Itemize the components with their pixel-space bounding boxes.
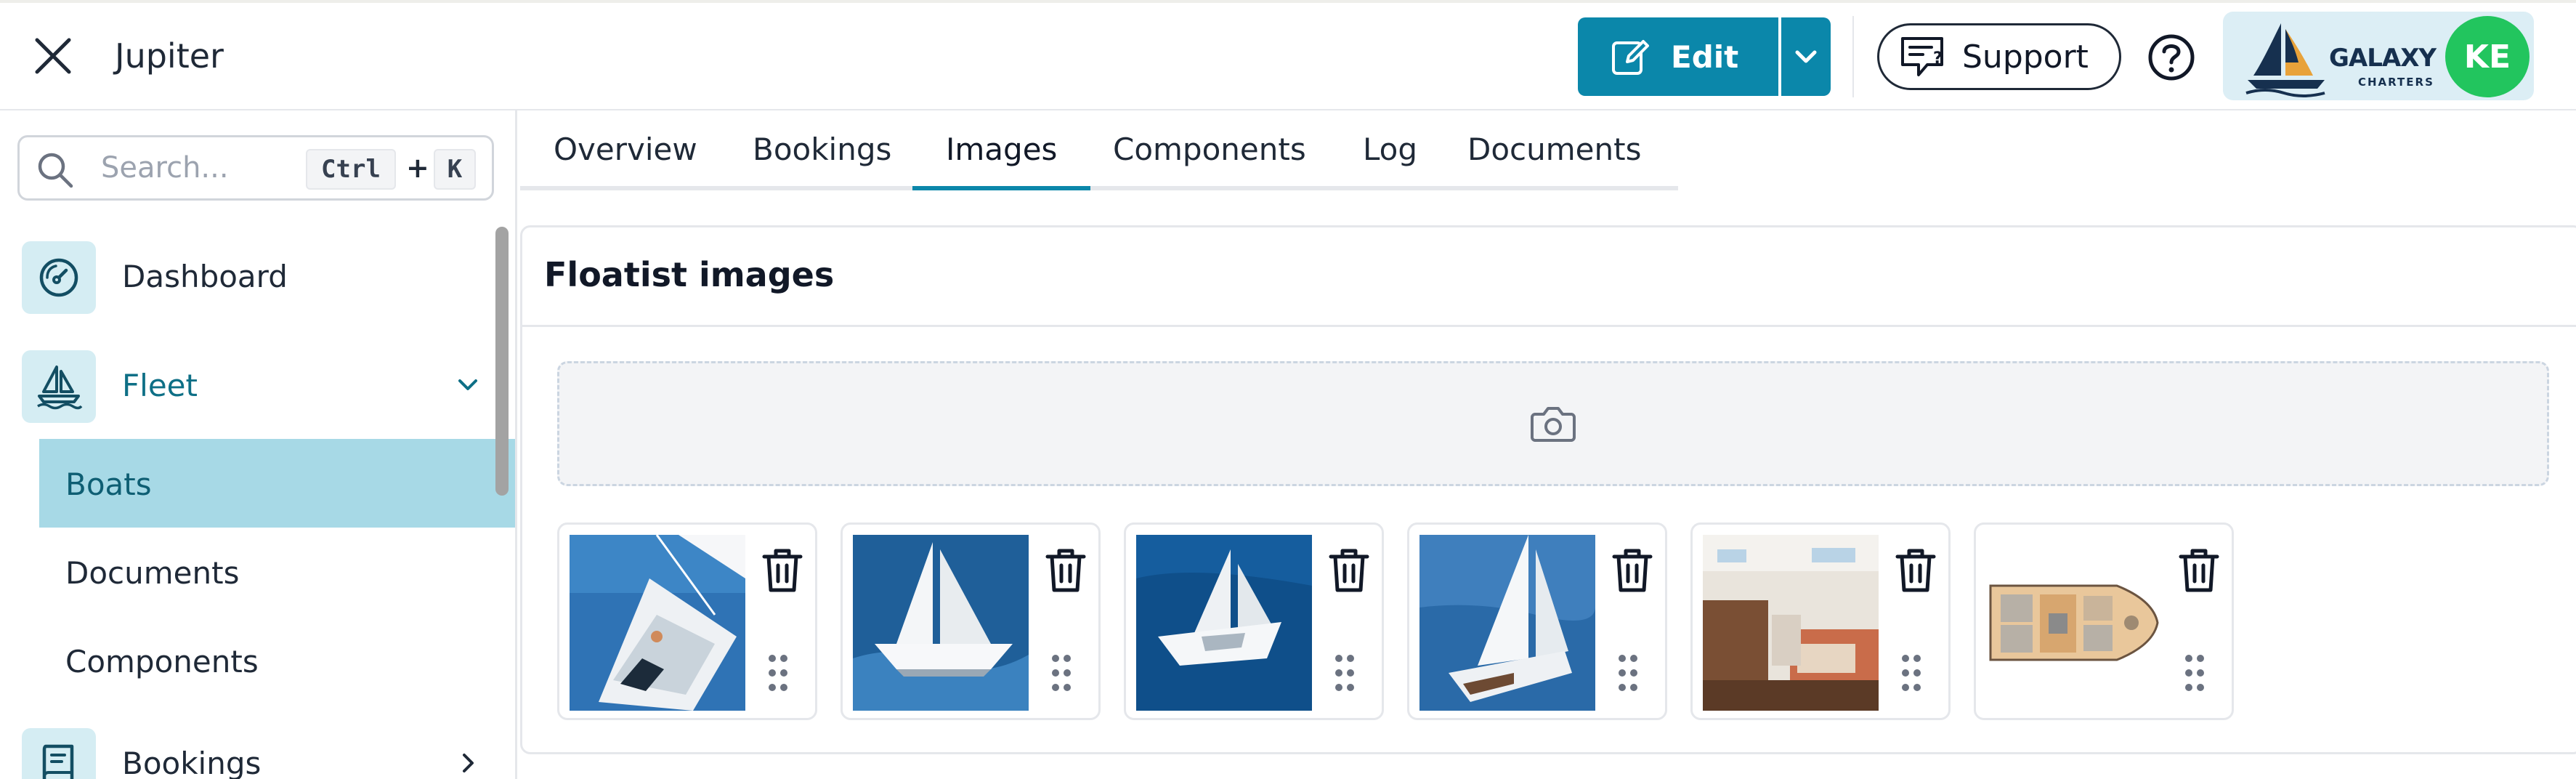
drag-handle-icon[interactable] [1049,653,1074,693]
cabin-photo[interactable] [1703,535,1879,711]
tab-label: Components [1113,132,1306,167]
image-thumbnail[interactable] [1124,522,1384,720]
image-thumbnail[interactable] [841,522,1101,720]
active-tab-indicator [912,186,1091,190]
nav-icon-tile [22,350,96,423]
tab-overview[interactable]: Overview [520,128,731,186]
images-card: Floatist images [520,225,2576,754]
sailboat-icon [37,366,83,410]
close-button[interactable] [26,29,80,83]
image-thumbnail[interactable] [1974,522,2234,720]
drag-handle-icon[interactable] [1616,653,1640,693]
boat-photo[interactable] [1419,535,1595,711]
tab-bookings[interactable]: Bookings [719,128,925,186]
tab-label: Overview [554,132,697,167]
chevron-down-icon [1795,50,1817,63]
boat-photo[interactable] [570,535,745,711]
sidebar-subitem-boats[interactable]: Boats [39,439,515,528]
tab-bar: Overview Bookings Images Components Log … [520,110,1678,190]
search-box[interactable]: Ctrl + K [17,135,494,201]
sidebar-subitem-documents[interactable]: Documents [39,528,515,616]
page-title: Jupiter [115,36,224,76]
tab-label: Bookings [753,132,892,167]
support-button[interactable]: ? Support [1877,23,2121,90]
support-chat-icon: ? [1901,37,1943,76]
tab-components[interactable]: Components [1080,128,1340,186]
sidebar-item-dashboard[interactable]: Dashboard [0,234,509,321]
edit-button-label: Edit [1671,39,1739,75]
tab-label: Images [946,132,1058,167]
drag-handle-icon[interactable] [1332,653,1357,693]
sidebar-item-fleet[interactable]: Fleet [0,343,509,430]
sidebar-item-label: Dashboard [122,259,288,294]
boat-photo[interactable] [853,535,1029,711]
image-upload-dropzone[interactable] [557,361,2549,486]
trash-icon[interactable] [1893,546,1938,594]
nav-icon-tile [22,728,96,779]
drag-handle-icon[interactable] [2182,653,2207,693]
card-title: Floatist images [544,255,835,294]
sidebar-scrollbar[interactable] [495,227,509,496]
trash-icon[interactable] [2176,546,2221,594]
search-input[interactable] [100,148,317,188]
tab-images[interactable]: Images [912,128,1091,190]
tab-documents[interactable]: Documents [1434,128,1674,186]
chevron-down-icon [458,379,477,390]
sidebar-subitem-components[interactable]: Components [39,616,515,705]
tab-label: Log [1363,132,1418,167]
brand-subtitle: CHARTERS [2358,76,2434,89]
image-thumbnail[interactable] [1690,522,1951,720]
shortcut-plus: + [406,152,429,184]
edit-button[interactable]: Edit [1578,17,1778,96]
trash-icon[interactable] [1327,546,1372,594]
card-divider [522,325,2576,327]
tab-log[interactable]: Log [1329,128,1451,186]
edit-options-button[interactable] [1781,17,1831,96]
search-icon [38,153,73,188]
tab-label: Documents [1467,132,1642,167]
sidebar-item-label: Bookings [122,746,262,779]
sidebar-item-label: Fleet [122,368,198,403]
top-hairline [0,0,2576,3]
camera-icon [1531,407,1576,442]
chevron-right-icon [463,754,474,772]
top-header: Jupiter Edit ? Support GALAXY CHARTERS K… [0,0,2576,110]
brand-name: GALAXY [2329,44,2437,73]
drag-handle-icon[interactable] [1899,653,1924,693]
boat-photo[interactable] [1136,535,1312,711]
book-icon [42,744,74,779]
user-avatar[interactable]: KE [2445,16,2530,97]
image-thumbnail[interactable] [557,522,817,720]
trash-icon[interactable] [760,546,805,594]
trash-icon[interactable] [1043,546,1088,594]
close-icon [35,38,71,74]
deck-plan-image[interactable] [1986,535,2162,711]
nav-icon-tile [22,241,96,314]
help-icon[interactable] [2146,32,2197,83]
header-divider [1852,16,1854,97]
drag-handle-icon[interactable] [766,653,790,693]
gauge-icon [39,258,78,297]
svg-text:?: ? [1933,49,1943,68]
shortcut-k-key: K [434,149,476,190]
pencil-icon [1612,40,1649,75]
trash-icon[interactable] [1610,546,1655,594]
tab-bar-baseline [520,186,1678,190]
sidebar: Ctrl + K Dashboard Fleet [0,110,517,779]
sidebar-subitem-label: Components [65,644,259,679]
sidebar-item-bookings[interactable]: Bookings [0,721,509,779]
image-thumbnail[interactable] [1407,522,1667,720]
shortcut-ctrl-key: Ctrl [306,149,396,190]
sidebar-subitem-label: Documents [65,555,240,591]
sidebar-subitem-label: Boats [65,467,152,502]
sailboat-logo-icon [2245,23,2325,97]
support-button-label: Support [1962,38,2089,76]
